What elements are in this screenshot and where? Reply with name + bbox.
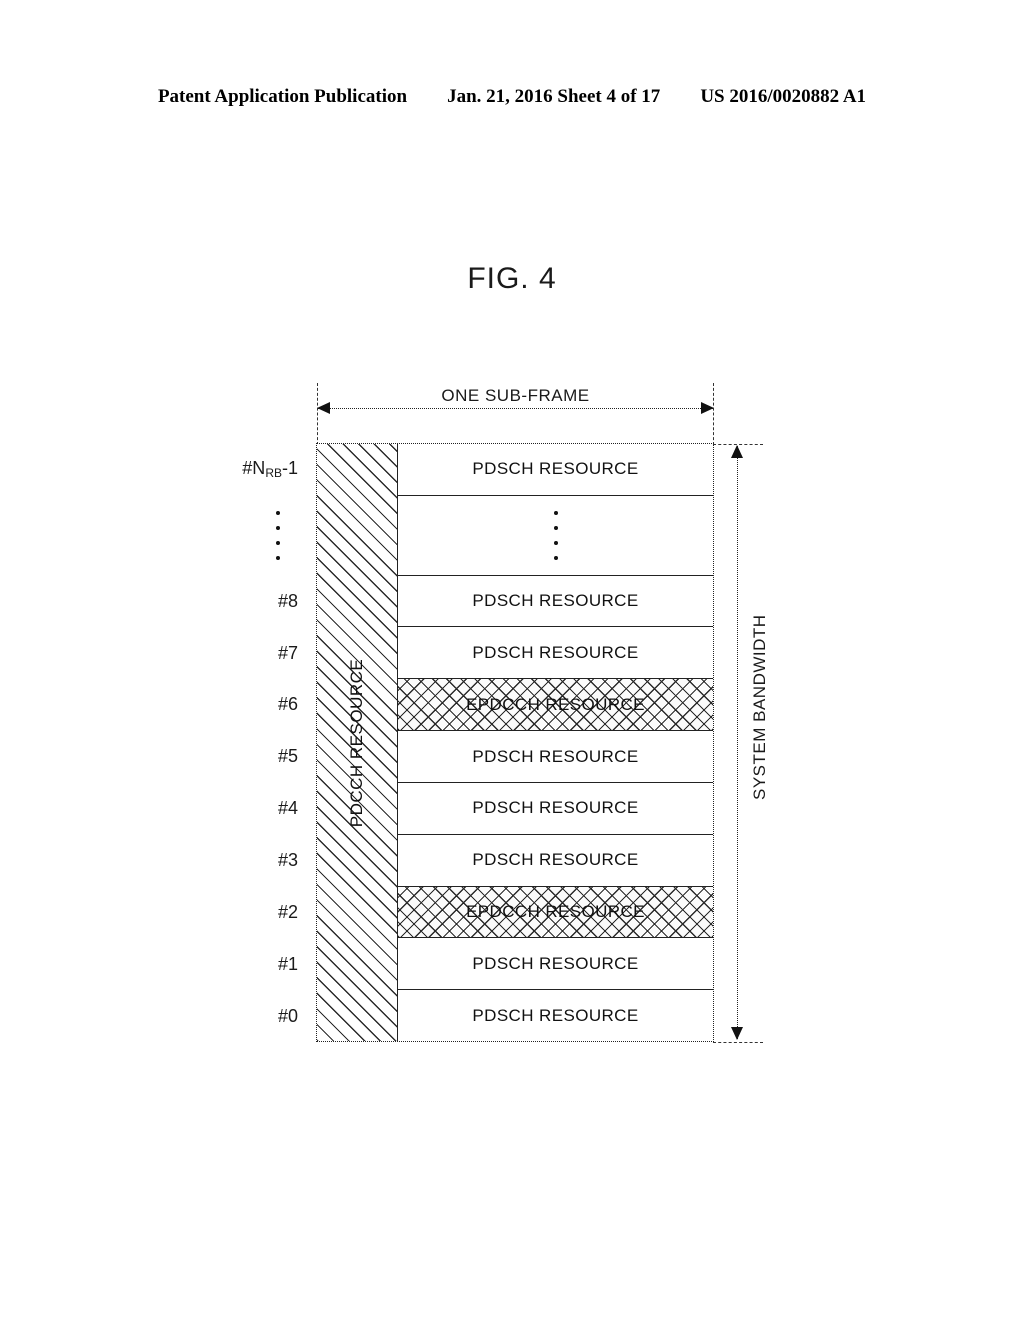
resource-row-nrb: PDSCH RESOURCE xyxy=(398,444,713,496)
ellipsis-dot-icon xyxy=(553,540,558,545)
row-label-8: #8 xyxy=(277,590,298,611)
ellipsis-dot-icon xyxy=(553,525,558,530)
ellipsis-dot-icon xyxy=(276,510,280,515)
subframe-grid: PDCCH RESOURCE PDSCH RESOURCE PDSCH RESO… xyxy=(316,443,714,1042)
row-label-ellipsis xyxy=(196,495,306,575)
resource-row-2: EPDCCH RESOURCE xyxy=(398,886,713,939)
resource-row-label: PDSCH RESOURCE xyxy=(472,850,639,870)
row-label-7: #7 xyxy=(277,642,298,663)
resource-row-label: PDSCH RESOURCE xyxy=(472,459,639,479)
row-label-nrb-subscript: RB xyxy=(265,465,282,480)
one-subframe-label: ONE SUB-FRAME xyxy=(441,386,590,405)
resource-row-ellipsis xyxy=(398,495,713,576)
subframe-guide-right xyxy=(713,383,714,445)
system-bandwidth-label: SYSTEM BANDWIDTH xyxy=(750,614,769,800)
row-label-nrb-prefix: #N xyxy=(242,458,266,479)
resource-row-label: PDSCH RESOURCE xyxy=(472,1005,639,1025)
ellipsis-dot-icon xyxy=(276,540,280,545)
resource-row-4: PDSCH RESOURCE xyxy=(398,782,713,835)
resource-grid-diagram: ONE SUB-FRAME #N RB -1 #8 #7 #6 #5 #4 #3 #… xyxy=(0,0,1024,1320)
resource-row-7: PDSCH RESOURCE xyxy=(398,627,713,680)
row-label-1: #1 xyxy=(277,953,298,974)
row-label-0: #0 xyxy=(277,1005,298,1026)
resource-row-label: EPDCCH RESOURCE xyxy=(466,694,645,714)
arrow-head-right-icon xyxy=(701,402,714,414)
pdcch-resource-column: PDCCH RESOURCE xyxy=(317,444,398,1041)
row-label-2: #2 xyxy=(277,901,298,922)
ellipsis-dot-icon xyxy=(276,525,280,530)
row-label-3: #3 xyxy=(277,849,298,870)
resource-row-1: PDSCH RESOURCE xyxy=(398,938,713,991)
ellipsis-dot-icon xyxy=(276,555,280,560)
system-bandwidth-arrow-line xyxy=(737,446,738,1039)
resource-block-index-labels: #N RB -1 #8 #7 #6 #5 #4 #3 #2 #1 #0 xyxy=(196,443,306,1042)
row-label-6: #6 xyxy=(277,694,298,715)
row-label-nrb: #N RB -1 xyxy=(196,443,306,495)
arrow-head-left-icon xyxy=(317,402,330,414)
one-subframe-arrow-line xyxy=(318,408,713,409)
resource-row-0: PDSCH RESOURCE xyxy=(398,990,713,1042)
row-label-nrb-suffix: -1 xyxy=(281,458,298,479)
arrow-head-up-icon xyxy=(731,445,743,458)
resource-row-label: PDSCH RESOURCE xyxy=(472,591,639,611)
resource-row-label: PDSCH RESOURCE xyxy=(472,798,639,818)
resource-row-label: PDSCH RESOURCE xyxy=(472,642,639,662)
resource-row-stack: PDSCH RESOURCE PDSCH RESOURCE PDSCH RESO… xyxy=(398,444,713,1042)
resource-row-label: PDSCH RESOURCE xyxy=(472,746,639,766)
resource-row-label: PDSCH RESOURCE xyxy=(472,953,639,973)
ellipsis-dot-icon xyxy=(553,510,558,515)
resource-row-label: EPDCCH RESOURCE xyxy=(466,901,645,921)
pdcch-resource-label: PDCCH RESOURCE xyxy=(347,658,366,827)
row-label-5: #5 xyxy=(277,746,298,767)
resource-row-3: PDSCH RESOURCE xyxy=(398,834,713,887)
row-label-4: #4 xyxy=(277,798,298,819)
patent-figure-page: Patent Application Publication Jan. 21, … xyxy=(0,0,1024,1320)
ellipsis-dot-icon xyxy=(553,555,558,560)
resource-row-5: PDSCH RESOURCE xyxy=(398,731,713,783)
resource-row-8: PDSCH RESOURCE xyxy=(398,575,713,628)
arrow-head-down-icon xyxy=(731,1027,743,1040)
bandwidth-guide-bottom xyxy=(713,1042,763,1043)
resource-row-6: EPDCCH RESOURCE xyxy=(398,679,713,732)
